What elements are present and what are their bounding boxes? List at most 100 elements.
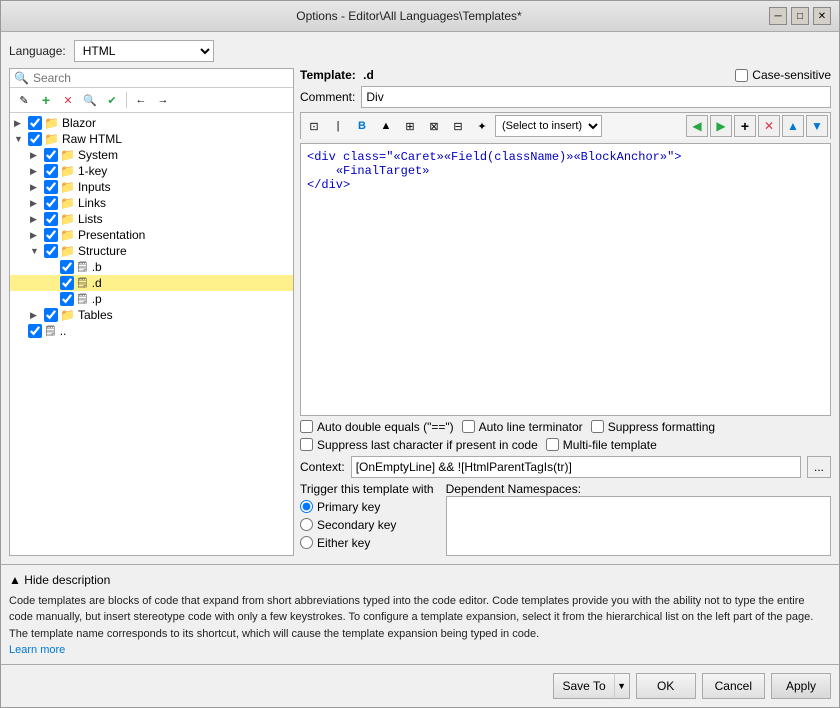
add-button[interactable]: + xyxy=(36,90,56,110)
presentation-checkbox[interactable] xyxy=(44,228,58,242)
footer: Save To ▼ OK Cancel Apply xyxy=(1,664,839,707)
lists-checkbox[interactable] xyxy=(44,212,58,226)
hide-description-toggle[interactable]: ▲ Hide description xyxy=(9,573,110,587)
toolbar-btn-7[interactable]: ⊟ xyxy=(447,115,469,137)
nav-up-button[interactable]: ▲ xyxy=(782,115,804,137)
dependent-ns-box[interactable] xyxy=(446,496,831,556)
nav-next-green-button[interactable]: ▶ xyxy=(710,115,732,137)
comment-input[interactable] xyxy=(361,86,831,108)
toolbar-btn-1[interactable]: ⊡ xyxy=(303,115,325,137)
tree-item-dotdot[interactable]: 🗒 .. xyxy=(10,323,293,339)
arrow-right-button[interactable]: → xyxy=(153,90,173,110)
suppress-formatting-option[interactable]: Suppress formatting xyxy=(591,420,715,434)
d-template-checkbox[interactable] xyxy=(60,276,74,290)
auto-double-equals-option[interactable]: Auto double equals ("==") xyxy=(300,420,454,434)
tree-item-inputs[interactable]: ▶ 📁 Inputs xyxy=(10,179,293,195)
nav-delete-button[interactable]: ✕ xyxy=(758,115,780,137)
toolbar-btn-4[interactable]: ▲ xyxy=(375,115,397,137)
toolbar-btn-2[interactable]: | xyxy=(327,115,349,137)
nav-add-button[interactable]: + xyxy=(734,115,756,137)
case-sensitive-checkbox[interactable] xyxy=(735,69,748,82)
minimize-button[interactable]: ─ xyxy=(769,7,787,25)
primary-key-radio[interactable] xyxy=(300,500,313,513)
tree-item-system[interactable]: ▶ 📁 System xyxy=(10,147,293,163)
context-browse-button[interactable]: ... xyxy=(807,456,831,478)
secondary-key-option[interactable]: Secondary key xyxy=(300,518,434,532)
suppress-last-char-checkbox[interactable] xyxy=(300,438,313,451)
suppress-last-char-option[interactable]: Suppress last character if present in co… xyxy=(300,438,538,452)
secondary-key-radio[interactable] xyxy=(300,518,313,531)
either-key-radio[interactable] xyxy=(300,536,313,549)
tables-checkbox[interactable] xyxy=(44,308,58,322)
tree-item-label: .. xyxy=(60,324,67,338)
auto-double-equals-checkbox[interactable] xyxy=(300,420,313,433)
description-header[interactable]: ▲ Hide description xyxy=(9,573,831,587)
edit-button[interactable]: ✎ xyxy=(14,90,34,110)
tree-item-label: Inputs xyxy=(78,180,111,194)
links-checkbox[interactable] xyxy=(44,196,58,210)
find-button[interactable]: 🔍 xyxy=(80,90,100,110)
nav-prev-green-button[interactable]: ◀ xyxy=(686,115,708,137)
multi-file-template-option[interactable]: Multi-file template xyxy=(546,438,657,452)
suppress-formatting-checkbox[interactable] xyxy=(591,420,604,433)
tree-item-blazor[interactable]: ▶ 📁 Blazor xyxy=(10,115,293,131)
language-select[interactable]: HTML CSS JavaScript xyxy=(74,40,214,62)
folder-icon: 📁 xyxy=(60,164,75,178)
case-sensitive-label: Case-sensitive xyxy=(752,68,831,82)
inputs-checkbox[interactable] xyxy=(44,180,58,194)
tree-item-tables[interactable]: ▶ 📁 Tables xyxy=(10,307,293,323)
1key-checkbox[interactable] xyxy=(44,164,58,178)
dotdot-checkbox[interactable] xyxy=(28,324,42,338)
tree-item-lists[interactable]: ▶ 📁 Lists xyxy=(10,211,293,227)
tree-item-b[interactable]: 🗒 .b xyxy=(10,259,293,275)
auto-line-terminator-checkbox[interactable] xyxy=(462,420,475,433)
multi-file-template-checkbox[interactable] xyxy=(546,438,559,451)
tree-item-p[interactable]: 🗒 .p xyxy=(10,291,293,307)
options-row-2: Suppress last character if present in co… xyxy=(300,438,831,452)
ok-button[interactable]: OK xyxy=(636,673,696,699)
toolbar-btn-6[interactable]: ⊠ xyxy=(423,115,445,137)
chevron-right-icon: ▶ xyxy=(30,230,44,241)
content-area: Language: HTML CSS JavaScript 🔍 ✎ + xyxy=(1,32,839,564)
tree-item-1key[interactable]: ▶ 📁 1-key xyxy=(10,163,293,179)
tree-item-presentation[interactable]: ▶ 📁 Presentation xyxy=(10,227,293,243)
insert-select[interactable]: (Select to insert) Caret Field BlockAnch… xyxy=(495,115,602,137)
comment-row: Comment: xyxy=(300,86,831,108)
p-template-checkbox[interactable] xyxy=(60,292,74,306)
search-icon: 🔍 xyxy=(14,71,29,85)
b-template-checkbox[interactable] xyxy=(60,260,74,274)
toolbar-btn-8[interactable]: ✦ xyxy=(471,115,493,137)
tree-item-structure[interactable]: ▼ 📁 Structure xyxy=(10,243,293,259)
auto-line-terminator-option[interactable]: Auto line terminator xyxy=(462,420,583,434)
toolbar-btn-5[interactable]: ⊞ xyxy=(399,115,421,137)
tree-item-label: .b xyxy=(92,260,102,274)
either-key-option[interactable]: Either key xyxy=(300,536,434,550)
tree-item-links[interactable]: ▶ 📁 Links xyxy=(10,195,293,211)
system-checkbox[interactable] xyxy=(44,148,58,162)
learn-more-link[interactable]: Learn more xyxy=(9,644,65,656)
tree-item-d[interactable]: 🗒 .d xyxy=(10,275,293,291)
title-bar: Options - Editor\All Languages\Templates… xyxy=(1,1,839,32)
save-to-dropdown-button[interactable]: ▼ xyxy=(614,673,630,699)
arrow-left-button[interactable]: ← xyxy=(131,90,151,110)
tree-item-raw-html[interactable]: ▼ 📁 Raw HTML xyxy=(10,131,293,147)
raw-html-checkbox[interactable] xyxy=(28,132,42,146)
blazor-checkbox[interactable] xyxy=(28,116,42,130)
toolbar-btn-3[interactable]: B xyxy=(351,115,373,137)
folder-icon: 📁 xyxy=(44,132,59,146)
save-to-main-button[interactable]: Save To xyxy=(553,673,613,699)
maximize-button[interactable]: □ xyxy=(791,7,809,25)
nav-down-button[interactable]: ▼ xyxy=(806,115,828,137)
code-editor[interactable]: <div class="«Caret»«Field(className)»«Bl… xyxy=(300,143,831,416)
primary-key-option[interactable]: Primary key xyxy=(300,500,434,514)
context-input[interactable] xyxy=(351,456,801,478)
check-button[interactable]: ✔ xyxy=(102,90,122,110)
structure-checkbox[interactable] xyxy=(44,244,58,258)
delete-button[interactable]: ✕ xyxy=(58,90,78,110)
close-button[interactable]: ✕ xyxy=(813,7,831,25)
cancel-button[interactable]: Cancel xyxy=(702,673,765,699)
apply-button[interactable]: Apply xyxy=(771,673,831,699)
tree-item-label: Raw HTML xyxy=(62,132,122,146)
search-input[interactable] xyxy=(33,71,289,85)
either-key-label: Either key xyxy=(317,536,370,550)
